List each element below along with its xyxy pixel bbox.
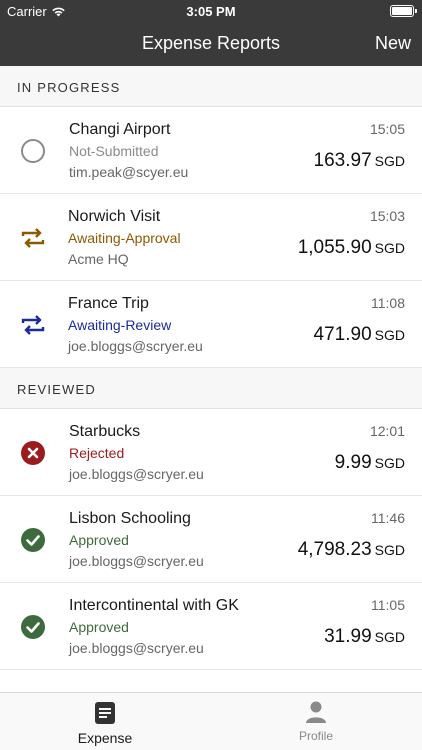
report-subtitle: joe.bloggs@scryer.eu: [69, 553, 204, 569]
report-amount: 31.99 SGD: [324, 626, 405, 648]
report-amount: 4,798.23 SGD: [298, 539, 405, 561]
amount-currency: SGD: [374, 153, 405, 169]
check-circle-icon: [21, 528, 45, 552]
report-status: Awaiting-Review: [68, 317, 172, 333]
report-subtitle: tim.peak@scyer.eu: [69, 164, 189, 180]
report-status: Awaiting-Approval: [68, 230, 181, 246]
amount-currency: SGD: [374, 629, 405, 645]
report-status: Approved: [69, 619, 129, 635]
report-name: Changi Airport: [69, 121, 171, 138]
amount-currency: SGD: [374, 542, 405, 558]
list-item[interactable]: Changi Airport Not-Submitted tim.peak@scye…: [0, 107, 422, 194]
report-amount: 471.90 SGD: [314, 324, 405, 346]
expense-report-list[interactable]: IN PROGRESS Changi Airport Not-Submitted ti…: [0, 66, 422, 692]
section-header: IN PROGRESS: [0, 66, 422, 107]
report-time: 15:05: [369, 121, 405, 137]
report-time: 15:03: [369, 208, 405, 224]
tab-expense[interactable]: Expense: [45, 701, 165, 746]
status-bar: Carrier 3:05 PM: [0, 0, 422, 22]
amount-value: 1,055.90: [297, 237, 372, 258]
repeat-icon: [21, 228, 45, 248]
amount-value: 163.97: [313, 150, 372, 171]
list-item[interactable]: Starbucks Rejected joe.bloggs@scryer.eu 12:…: [0, 409, 422, 496]
report-amount: 1,055.90 SGD: [298, 237, 405, 259]
circle-outline-icon: [21, 139, 45, 163]
person-icon: [306, 701, 326, 723]
report-subtitle: joe.bloggs@scryer.eu: [68, 338, 203, 354]
report-subtitle: joe.bloggs@scryer.eu: [69, 640, 204, 656]
tab-bar: Expense Profile: [0, 692, 422, 750]
report-time: 11:08: [371, 295, 405, 311]
amount-value: 31.99: [324, 626, 372, 647]
list-item[interactable]: Lisbon Schooling Approved joe.bloggs@scrye…: [0, 496, 422, 583]
section-header: REVIEWED: [0, 368, 422, 409]
report-time: 11:46: [371, 510, 405, 526]
report-name: France Trip: [68, 295, 149, 312]
page-title: Expense Reports: [141, 33, 281, 53]
document-icon: [95, 702, 115, 724]
tab-profile[interactable]: Profile: [256, 701, 376, 743]
report-status: Rejected: [69, 445, 125, 461]
report-amount: 9.99 SGD: [335, 452, 405, 474]
amount-currency: SGD: [374, 327, 405, 343]
report-name: Intercontinental with GK: [69, 597, 239, 614]
amount-value: 4,798.23: [297, 539, 372, 560]
report-subtitle: Acme HQ: [68, 251, 129, 267]
status-time: 3:05 PM: [186, 4, 236, 19]
report-time: 12:01: [369, 423, 405, 439]
check-circle-icon: [21, 615, 45, 639]
nav-bar: Expense Reports New: [0, 22, 422, 66]
amount-value: 471.90: [313, 324, 372, 345]
battery-icon: [390, 5, 417, 17]
report-status: Not-Submitted: [69, 143, 159, 159]
report-subtitle: joe.bloggs@scryer.eu: [69, 466, 204, 482]
report-name: Starbucks: [69, 423, 141, 440]
amount-currency: SGD: [374, 240, 405, 256]
x-circle-icon: [21, 441, 45, 465]
new-button[interactable]: New: [375, 33, 411, 54]
list-item[interactable]: France Trip Awaiting-Review joe.bloggs@scr…: [0, 281, 422, 368]
amount-currency: SGD: [374, 455, 405, 471]
report-name: Lisbon Schooling: [69, 510, 191, 527]
repeat-icon: [21, 315, 45, 335]
amount-value: 9.99: [334, 452, 372, 473]
report-time: 11:05: [371, 597, 405, 613]
list-item[interactable]: Intercontinental with GK Approved joe.blog…: [0, 583, 422, 670]
report-status: Approved: [69, 532, 129, 548]
list-item[interactable]: Norwich Visit Awaiting-Approval Acme HQ 15:…: [0, 194, 422, 281]
tab-profile-label: Profile: [298, 729, 333, 743]
report-amount: 163.97 SGD: [314, 150, 405, 172]
tab-expense-label: Expense: [77, 730, 133, 746]
report-name: Norwich Visit: [68, 208, 161, 225]
